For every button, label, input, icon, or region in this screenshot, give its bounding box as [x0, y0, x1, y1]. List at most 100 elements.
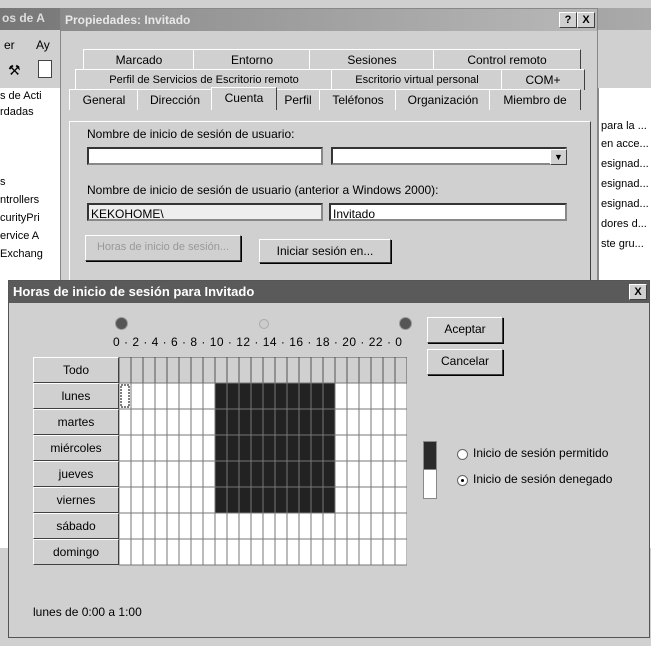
hour-column-header[interactable] — [166, 357, 180, 384]
hour-cell[interactable] — [262, 460, 276, 488]
close-button[interactable]: X — [629, 284, 647, 300]
hour-cell[interactable] — [214, 486, 228, 514]
hour-cell[interactable] — [250, 486, 264, 514]
hour-column-header[interactable] — [370, 357, 384, 384]
hour-cell[interactable] — [238, 408, 252, 436]
hour-cell[interactable] — [119, 538, 132, 566]
hour-cell[interactable] — [262, 408, 276, 436]
hour-column-header[interactable] — [298, 357, 312, 384]
tab-marcado[interactable]: Marcado — [83, 49, 195, 70]
day-header-3[interactable]: jueves — [33, 461, 119, 487]
hour-cell[interactable] — [346, 408, 360, 436]
hour-cell[interactable] — [322, 486, 336, 514]
tree-item[interactable]: s de Acti — [0, 90, 62, 102]
hour-cell[interactable] — [154, 512, 168, 540]
hour-cell[interactable] — [250, 538, 264, 566]
hour-cell[interactable] — [310, 538, 324, 566]
hour-cell[interactable] — [202, 486, 216, 514]
hour-cell[interactable] — [166, 538, 180, 566]
tab-escritorio-virtual[interactable]: Escritorio virtual personal — [331, 69, 503, 90]
hour-cell[interactable] — [190, 538, 204, 566]
hour-cell[interactable] — [346, 382, 360, 410]
hour-cell[interactable] — [190, 434, 204, 462]
tab-sesiones[interactable]: Sesiones — [309, 49, 435, 70]
domain-dropdown[interactable] — [331, 147, 567, 165]
hour-cell[interactable] — [358, 382, 372, 410]
hour-cell[interactable] — [178, 486, 192, 514]
hour-cell[interactable] — [178, 434, 192, 462]
hour-cell[interactable] — [394, 382, 407, 410]
hour-cell[interactable] — [334, 512, 348, 540]
hour-cell[interactable] — [310, 382, 324, 410]
hour-cell[interactable] — [310, 408, 324, 436]
hour-cell[interactable] — [394, 434, 407, 462]
hour-cell[interactable] — [334, 434, 348, 462]
help-button[interactable]: ? — [559, 12, 577, 28]
hour-cell[interactable] — [286, 434, 300, 462]
pre2000-name-field[interactable]: Invitado — [329, 203, 567, 221]
hour-cell[interactable] — [226, 382, 240, 410]
hour-cell[interactable] — [286, 512, 300, 540]
hour-cell[interactable] — [382, 382, 396, 410]
hour-cell[interactable] — [310, 512, 324, 540]
chevron-down-icon[interactable]: ▼ — [550, 149, 567, 165]
tab-perfil[interactable]: Perfil — [275, 89, 321, 110]
hour-cell[interactable] — [202, 460, 216, 488]
hour-cell[interactable] — [346, 538, 360, 566]
hour-cell[interactable] — [130, 486, 144, 514]
hour-cell[interactable] — [370, 382, 384, 410]
hour-cell[interactable] — [142, 408, 156, 436]
hour-cell[interactable] — [370, 460, 384, 488]
hour-cell[interactable] — [178, 538, 192, 566]
hour-cell[interactable] — [394, 512, 407, 540]
hour-cell[interactable] — [178, 512, 192, 540]
hour-cell[interactable] — [202, 512, 216, 540]
hour-column-header[interactable] — [119, 357, 132, 384]
hour-cell[interactable] — [394, 460, 407, 488]
hour-cell[interactable] — [166, 512, 180, 540]
detail-item[interactable]: para la ... — [601, 120, 651, 132]
hour-column-header[interactable] — [274, 357, 288, 384]
hour-cell[interactable] — [322, 538, 336, 566]
tree-item[interactable]: ervice A — [0, 230, 62, 242]
hour-cell[interactable] — [274, 538, 288, 566]
hour-cell[interactable] — [154, 408, 168, 436]
hour-cell[interactable] — [370, 538, 384, 566]
tab-entorno[interactable]: Entorno — [193, 49, 311, 70]
tab-miembro-de[interactable]: Miembro de — [489, 89, 581, 110]
hour-cell[interactable] — [358, 512, 372, 540]
hour-cell[interactable] — [322, 434, 336, 462]
hour-cell[interactable] — [154, 486, 168, 514]
hour-cell[interactable] — [262, 382, 276, 410]
hour-cell[interactable] — [394, 486, 407, 514]
hour-cell[interactable] — [214, 408, 228, 436]
hour-cell[interactable] — [382, 434, 396, 462]
hour-cell[interactable] — [226, 512, 240, 540]
hour-cell[interactable] — [334, 460, 348, 488]
hour-cell[interactable] — [166, 486, 180, 514]
hour-column-header[interactable] — [214, 357, 228, 384]
hour-cell[interactable] — [226, 460, 240, 488]
hour-column-header[interactable] — [250, 357, 264, 384]
hour-cell[interactable] — [178, 382, 192, 410]
hour-column-header[interactable] — [286, 357, 300, 384]
hour-column-header[interactable] — [394, 357, 407, 384]
tab-perfil-escritorio-remoto[interactable]: Perfil de Servicios de Escritorio remoto — [75, 69, 333, 90]
hour-cell[interactable] — [274, 408, 288, 436]
detail-item[interactable]: esignad... — [601, 158, 651, 170]
hour-cell[interactable] — [298, 512, 312, 540]
hour-cell[interactable] — [119, 486, 132, 514]
hour-cell[interactable] — [226, 538, 240, 566]
close-button[interactable]: X — [577, 12, 595, 28]
cancel-button[interactable]: Cancelar — [427, 349, 503, 375]
hour-cell[interactable] — [214, 382, 228, 410]
hour-cell[interactable] — [190, 460, 204, 488]
hour-cell[interactable] — [262, 512, 276, 540]
hour-cell[interactable] — [202, 538, 216, 566]
hour-cell[interactable] — [202, 408, 216, 436]
hour-cell[interactable] — [298, 538, 312, 566]
hour-column-header[interactable] — [130, 357, 144, 384]
hour-column-header[interactable] — [154, 357, 168, 384]
hour-column-header[interactable] — [310, 357, 324, 384]
hour-column-header[interactable] — [226, 357, 240, 384]
